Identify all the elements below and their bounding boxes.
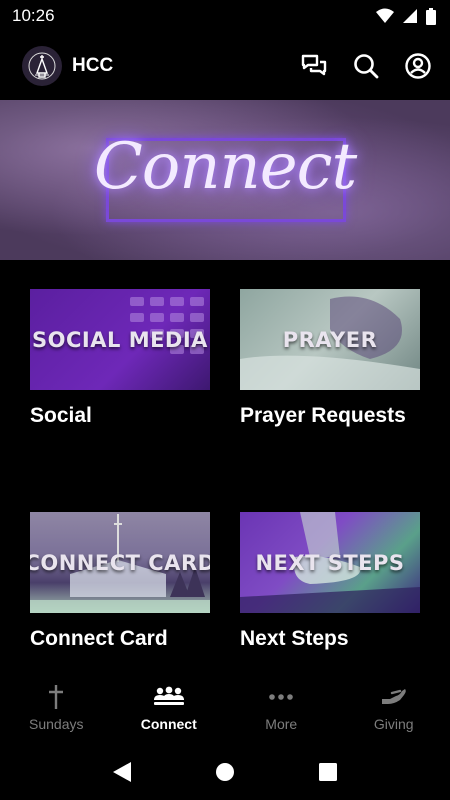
social-media-thumbnail[interactable]: SOCIAL MEDIA	[30, 289, 210, 390]
card-connect-card[interactable]: CONNECT CARD Connect Card	[30, 512, 210, 651]
app-actions	[300, 52, 432, 80]
nav-more[interactable]: More	[225, 672, 338, 744]
prayer-thumbnail-text: PRAYER	[282, 327, 378, 352]
more-dots-icon	[269, 694, 294, 700]
card-label-next-steps: Next Steps	[240, 627, 349, 650]
status-icons	[376, 7, 436, 25]
nav-label-sundays: Sundays	[29, 716, 84, 732]
cross-icon	[49, 685, 64, 709]
card-label-social: Social	[30, 404, 92, 427]
status-bar: 10:26	[0, 0, 450, 32]
cell-signal-icon	[403, 9, 417, 23]
nav-connect[interactable]: Connect	[113, 672, 226, 744]
social-thumbnail-text: SOCIAL MEDIA	[32, 327, 208, 352]
card-social[interactable]: SOCIAL MEDIA Social	[30, 289, 210, 428]
card-next-steps[interactable]: NEXT STEPS Next Steps	[240, 512, 420, 651]
card-label-connect-card: Connect Card	[30, 627, 168, 650]
nav-label-more: More	[265, 716, 298, 732]
nav-label-giving: Giving	[373, 716, 414, 732]
church-logo[interactable]	[22, 46, 62, 86]
next-steps-thumbnail-text: NEXT STEPS	[255, 550, 405, 575]
messages-icon[interactable]	[300, 52, 328, 80]
search-icon[interactable]	[352, 52, 380, 80]
system-navigation-bar	[0, 744, 450, 800]
nav-giving[interactable]: Giving	[338, 672, 450, 744]
card-prayer-requests[interactable]: PRAYER Prayer Requests	[240, 289, 420, 428]
card-label-prayer-requests: Prayer Requests	[240, 404, 406, 427]
connect-card-thumbnail[interactable]: CONNECT CARD	[30, 512, 210, 613]
nav-label-connect: Connect	[140, 716, 197, 732]
bottom-navigation: Sundays Connect More Giving	[0, 672, 450, 744]
hero-title: Connect	[93, 130, 357, 204]
recents-icon[interactable]	[318, 762, 338, 782]
steeple-logo-icon	[28, 52, 56, 80]
nav-sundays[interactable]: Sundays	[0, 672, 113, 744]
wifi-icon	[376, 8, 394, 23]
connect-hero-banner: Connect	[0, 100, 450, 260]
giving-hand-icon	[381, 689, 406, 704]
battery-icon	[426, 7, 436, 25]
prayer-thumbnail[interactable]: PRAYER	[240, 289, 420, 390]
connect-card-thumbnail-text: CONNECT CARD	[30, 550, 210, 575]
account-icon[interactable]	[404, 52, 432, 80]
next-steps-thumbnail[interactable]: NEXT STEPS	[240, 512, 420, 613]
home-icon[interactable]	[215, 762, 235, 782]
status-time: 10:26	[12, 6, 55, 25]
people-icon	[153, 686, 184, 705]
app-bar: HCC	[0, 32, 450, 100]
app-title: HCC	[72, 55, 114, 76]
back-icon[interactable]	[112, 761, 132, 783]
